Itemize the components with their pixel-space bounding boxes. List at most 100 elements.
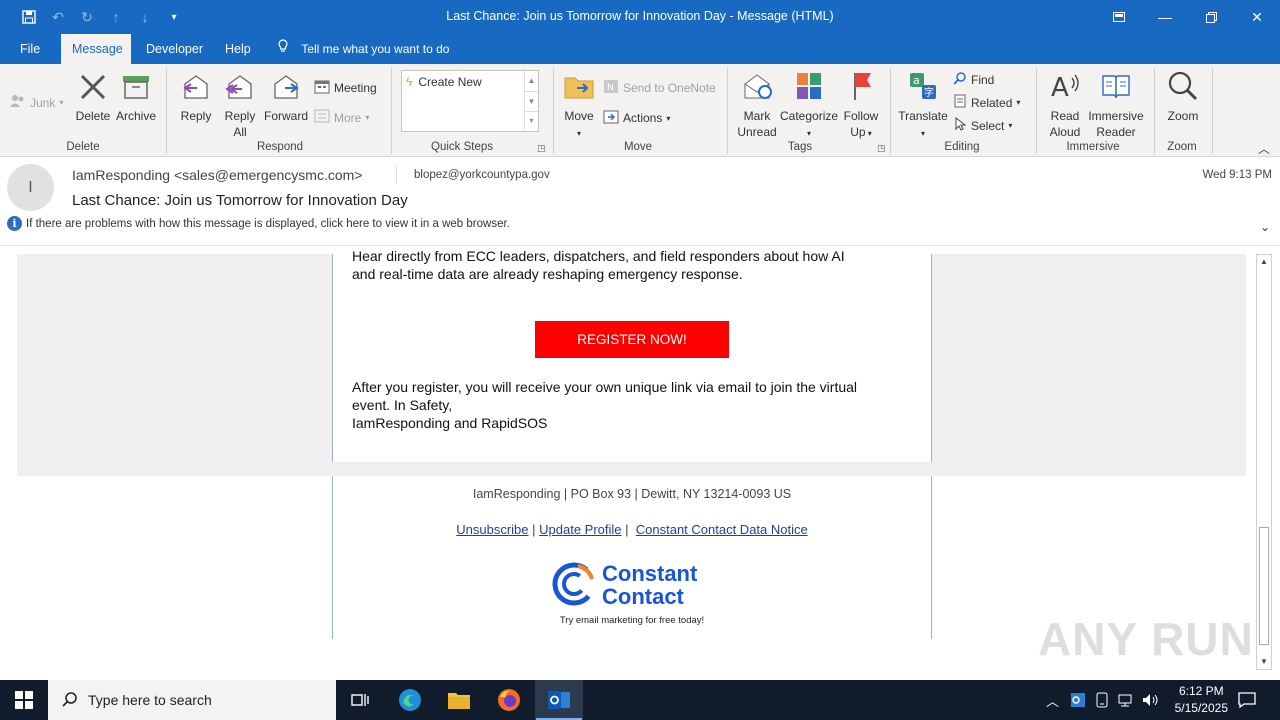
file-explorer-icon[interactable] <box>435 680 483 720</box>
archive-button[interactable]: Archive <box>114 72 158 124</box>
mark-unread-icon <box>735 70 779 106</box>
intro-line-1: Hear directly from ECC leaders, dispatch… <box>352 248 845 264</box>
scroll-up-icon[interactable]: ▲ <box>525 71 538 91</box>
delete-label: Delete <box>75 109 111 123</box>
lightning-icon: ϟ <box>406 75 413 89</box>
tab-file[interactable]: File <box>9 34 51 64</box>
read-aloud-label-2: Aloud <box>1049 125 1081 139</box>
quick-step-create-new[interactable]: ϟ Create New <box>406 75 482 89</box>
reply-button[interactable]: Reply <box>176 72 216 124</box>
junk-button[interactable]: Junk ▾ <box>10 94 63 111</box>
create-new-label: Create New <box>418 75 482 89</box>
quick-steps-gallery[interactable]: ϟ Create New ▲ ▼ ▾ <box>401 70 539 132</box>
tab-message[interactable]: Message <box>61 34 131 64</box>
tell-me-search[interactable]: Tell me what you want to do <box>278 34 449 64</box>
message-header: I IamResponding <sales@emergencysmc.com>… <box>0 158 1280 246</box>
immersive-reader-button[interactable]: Immersive Reader <box>1086 70 1146 140</box>
intro-line-2: and real-time data are already reshaping… <box>352 266 743 282</box>
edge-icon[interactable] <box>386 680 434 720</box>
logo-tagline: Try email marketing for free today! <box>559 615 705 626</box>
taskbar-search[interactable]: Type here to search <box>48 680 336 720</box>
minimize-icon[interactable]: — <box>1142 0 1188 34</box>
categorize-button[interactable]: Categorize ▾ <box>780 70 838 142</box>
select-label: Select <box>971 118 1005 133</box>
system-clock[interactable]: 6:12 PM 5/15/2025 <box>1175 683 1228 717</box>
unsubscribe-link[interactable]: Unsubscribe <box>456 522 528 537</box>
sender[interactable]: IamResponding <sales@emergencysmc.com> <box>72 167 362 183</box>
mark-unread-button[interactable]: Mark Unread <box>735 70 779 140</box>
expand-gallery-icon[interactable]: ▾ <box>525 111 538 129</box>
read-aloud-icon: A <box>1044 70 1086 106</box>
firefox-icon[interactable] <box>485 680 533 720</box>
move-button[interactable]: Move ▾ <box>560 70 598 142</box>
constant-contact-logo[interactable]: Constant Contact <box>552 559 717 609</box>
maximize-icon[interactable] <box>1188 0 1234 34</box>
onenote-icon: N <box>603 79 619 97</box>
more-respond-button[interactable]: More ▾ <box>314 109 369 126</box>
junk-icon <box>10 94 26 111</box>
scroll-up-arrow-icon[interactable]: ▲ <box>1257 255 1271 269</box>
quick-steps-scroll[interactable]: ▲ ▼ ▾ <box>524 71 538 131</box>
scrollbar-thumb[interactable] <box>1259 527 1269 645</box>
vertical-scrollbar[interactable]: ▲ ▼ <box>1256 254 1272 670</box>
footer-links: Unsubscribe | Update Profile | Constant … <box>456 522 808 537</box>
reply-all-button[interactable]: Reply All <box>220 72 260 140</box>
send-to-onenote-button[interactable]: N Send to OneNote <box>603 79 716 97</box>
search-placeholder: Type here to search <box>88 692 212 708</box>
volume-icon[interactable] <box>1142 680 1160 720</box>
related-button[interactable]: Related ▾ <box>953 94 1020 111</box>
find-button[interactable]: Find <box>953 71 994 88</box>
search-icon <box>62 691 78 710</box>
follow-up-button[interactable]: Follow Up ▾ <box>840 70 882 142</box>
recipient[interactable]: blopez@yorkcountypa.gov <box>414 169 550 181</box>
header-divider <box>396 166 397 184</box>
actions-button[interactable]: Actions ▾ <box>603 109 670 127</box>
scroll-down-icon[interactable]: ▼ <box>525 91 538 111</box>
message-body: Hear directly from ECC leaders, dispatch… <box>0 247 1280 680</box>
chevron-down-icon[interactable]: ⌄ <box>1260 220 1270 234</box>
tab-help[interactable]: Help <box>214 34 262 64</box>
task-view-icon[interactable] <box>336 680 384 720</box>
tags-group-label: Tags <box>787 141 813 153</box>
zoom-button[interactable]: Zoom <box>1162 70 1204 124</box>
tell-me-label: Tell me what you want to do <box>301 42 450 56</box>
lightbulb-icon <box>278 39 291 56</box>
update-profile-link[interactable]: Update Profile <box>539 522 621 537</box>
tab-developer[interactable]: Developer <box>135 34 214 64</box>
ribbon-tabs: File Message Developer Help Tell me what… <box>0 34 1280 64</box>
ribbon-separator <box>1212 68 1213 154</box>
categorize-icon <box>780 70 838 106</box>
svg-text:A: A <box>1051 73 1069 102</box>
select-button[interactable]: Select ▾ <box>953 116 1012 134</box>
windows-start-icon[interactable] <box>0 680 48 720</box>
translate-button[interactable]: a字 Translate ▾ <box>897 70 949 142</box>
message-subject: Last Chance: Join us Tomorrow for Innova… <box>72 192 408 209</box>
forward-button[interactable]: Forward <box>263 72 309 124</box>
categorize-label: Categorize <box>780 109 839 123</box>
mark-unread-label-2: Unread <box>737 125 777 139</box>
ribbon-display-icon[interactable] <box>1096 0 1142 34</box>
register-now-button[interactable]: REGISTER NOW! <box>535 321 729 358</box>
info-bar[interactable]: i If there are problems with how this me… <box>7 216 510 231</box>
read-aloud-button[interactable]: A Read Aloud <box>1044 70 1086 140</box>
collapse-ribbon-icon[interactable]: ︿ <box>1258 140 1270 157</box>
device-icon[interactable] <box>1095 680 1109 720</box>
immersive-reader-icon <box>1086 70 1146 106</box>
dialog-launcher-icon[interactable]: ◳ <box>537 143 546 154</box>
outlook-tray-icon[interactable] <box>1070 680 1086 720</box>
close-icon[interactable]: ✕ <box>1234 0 1280 34</box>
show-hidden-icons-icon[interactable]: ︿ <box>1046 680 1059 720</box>
follow-up-label-1: Follow <box>843 109 879 123</box>
archive-icon <box>114 72 158 106</box>
email-footer: IamResponding | PO Box 93 | Dewitt, NY 1… <box>332 476 932 639</box>
ribbon: Junk ▾ Delete Archive Delete Reply Reply … <box>0 64 1280 157</box>
tags-dialog-launcher-icon[interactable]: ◳ <box>877 143 886 154</box>
respond-group-label: Respond <box>256 141 304 153</box>
delete-button[interactable]: Delete <box>73 72 113 124</box>
scroll-down-arrow-icon[interactable]: ▼ <box>1257 655 1271 669</box>
outlook-taskbar-icon[interactable] <box>535 680 583 720</box>
notifications-icon[interactable] <box>1238 680 1256 720</box>
meeting-button[interactable]: Meeting <box>314 79 377 97</box>
data-notice-link[interactable]: Constant Contact Data Notice <box>636 522 808 537</box>
network-icon[interactable] <box>1118 680 1136 720</box>
